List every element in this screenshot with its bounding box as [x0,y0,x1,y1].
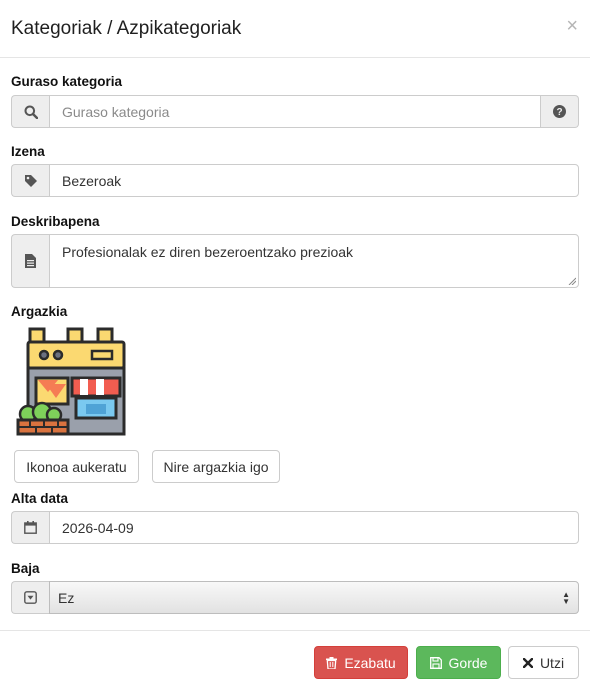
name-group: Bezeroak [11,164,579,197]
removed-select-value: Ez [58,589,75,606]
close-icon [522,657,533,668]
parent-category-group: Guraso kategoria ? [11,95,579,128]
parent-category-input[interactable]: Guraso kategoria [49,95,541,128]
modal-title: Kategoriak / Azpikategoriak [11,18,242,39]
image-label: Argazkia [11,304,68,319]
description-textarea[interactable]: Profesionalak ez diren bezeroentzako pre… [49,234,579,288]
close-button[interactable]: × [566,16,578,36]
removed-group: Ez ▲ ▼ [11,581,579,614]
modal-header: Kategoriak / Azpikategoriak × [0,0,590,58]
store-icon [14,326,130,438]
footer-divider [0,630,590,631]
save-icon [429,656,442,669]
trash-icon [326,656,338,669]
svg-text:?: ? [556,107,562,118]
search-icon [11,95,49,128]
parent-category-label: Guraso kategoria [11,74,123,89]
start-date-group: 2026-04-09 [11,511,579,544]
description-text: Profesionalak ez diren bezeroentzako pre… [62,244,354,260]
caret-square-down-icon [11,581,49,614]
name-input[interactable]: Bezeroak [49,164,579,197]
name-label: Izena [11,144,45,159]
calendar-icon [11,511,49,544]
cancel-button-label: Utzi [539,654,565,671]
delete-button-label: Ezabatu [344,654,396,671]
description-label: Deskribapena [11,214,100,229]
removed-label: Baja [11,561,40,576]
delete-button[interactable]: Ezabatu [314,646,408,679]
start-date-input[interactable]: 2026-04-09 [49,511,579,544]
removed-select[interactable]: Ez ▲ ▼ [49,581,579,614]
file-text-icon [11,234,49,288]
choose-icon-button[interactable]: Ikonoa aukeratu [14,450,139,483]
description-group: Profesionalak ez diren bezeroentzako pre… [11,234,579,288]
select-arrows-icon: ▲ ▼ [562,589,570,606]
save-button[interactable]: Gorde [416,646,501,679]
cancel-button[interactable]: Utzi [508,646,579,679]
upload-image-button[interactable]: Nire argazkia igo [152,450,280,483]
resize-grip-icon[interactable] [568,277,576,285]
start-date-label: Alta data [11,491,69,506]
tag-icon [11,164,49,197]
question-circle-icon[interactable]: ? [541,95,579,128]
save-button-label: Gorde [448,654,488,671]
